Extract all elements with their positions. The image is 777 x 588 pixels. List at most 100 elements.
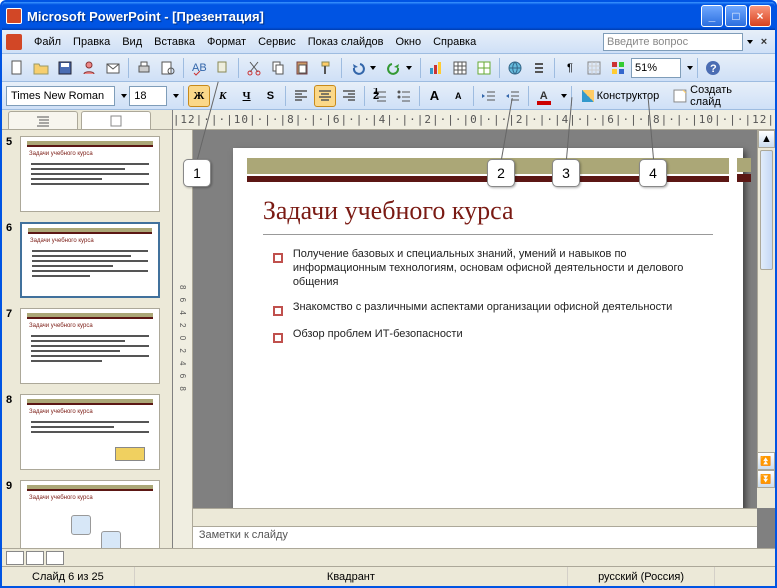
preview-button[interactable] <box>157 57 179 79</box>
cut-button[interactable] <box>243 57 265 79</box>
new-slide-button[interactable]: Создать слайд <box>667 85 771 107</box>
normal-view-button[interactable] <box>6 551 24 565</box>
font-color-dropdown-icon[interactable] <box>561 94 567 98</box>
formatting-toolbar: Times New Roman 18 Ж К Ч S 12 A A A Конс… <box>2 82 775 110</box>
undo-button[interactable] <box>346 57 380 79</box>
status-slide-number: Слайд 6 из 25 <box>2 567 135 586</box>
insert-chart-button[interactable] <box>425 57 447 79</box>
size-dropdown-icon[interactable] <box>173 94 179 98</box>
align-right-button[interactable] <box>338 85 360 107</box>
font-color-swatch <box>537 101 551 105</box>
color-button[interactable] <box>607 57 629 79</box>
thumbnail-8[interactable]: 8 Задачи учебного курса <box>6 394 168 470</box>
app-window: Microsoft PowerPoint - [Презентация] _ □… <box>0 0 777 588</box>
redo-button[interactable] <box>382 57 416 79</box>
align-left-button[interactable] <box>290 85 312 107</box>
tables-borders-button[interactable] <box>473 57 495 79</box>
format-painter-button[interactable] <box>315 57 337 79</box>
window-title: Microsoft PowerPoint - [Презентация] <box>27 9 701 24</box>
research-button[interactable] <box>212 57 234 79</box>
bold-button[interactable]: Ж <box>188 85 210 107</box>
menu-slideshow[interactable]: Показ слайдов <box>302 34 390 50</box>
menubar: Файл Правка Вид Вставка Формат Сервис По… <box>2 30 775 54</box>
statusbar: Слайд 6 из 25 Квадрант русский (Россия) <box>2 566 775 586</box>
save-button[interactable] <box>54 57 76 79</box>
print-button[interactable] <box>133 57 155 79</box>
slide-title[interactable]: Задачи учебного курса <box>263 196 514 226</box>
status-layout: Квадрант <box>135 567 568 586</box>
increase-font-button[interactable]: A <box>424 85 446 107</box>
standard-toolbar: ABC ¶ 51% ? <box>2 54 775 82</box>
menu-file[interactable]: Файл <box>28 34 67 50</box>
doc-icon <box>6 34 22 50</box>
new-button[interactable] <box>6 57 28 79</box>
show-formatting-button[interactable]: ¶ <box>559 57 581 79</box>
font-name-input[interactable]: Times New Roman <box>6 86 115 106</box>
design-button[interactable]: Конструктор <box>576 85 666 107</box>
help-dropdown-icon[interactable] <box>747 40 753 44</box>
zoom-dropdown-icon[interactable] <box>687 66 693 70</box>
menu-help[interactable]: Справка <box>427 34 482 50</box>
permission-button[interactable] <box>78 57 100 79</box>
underline-button[interactable]: Ч <box>236 85 258 107</box>
open-button[interactable] <box>30 57 52 79</box>
menu-window[interactable]: Окно <box>390 34 428 50</box>
close-button[interactable]: × <box>749 5 771 27</box>
prev-slide-button[interactable]: ⏫ <box>757 452 775 470</box>
maximize-button[interactable]: □ <box>725 5 747 27</box>
slide-canvas[interactable]: Задачи учебного курса Получение базовых … <box>193 130 775 548</box>
numbering-button[interactable]: 12 <box>369 85 391 107</box>
view-buttons-bar <box>2 548 775 566</box>
minimize-button[interactable]: _ <box>701 5 723 27</box>
callout-1: 1 <box>183 159 211 187</box>
decrease-font-button[interactable]: A <box>447 85 469 107</box>
zoom-input[interactable]: 51% <box>631 58 681 78</box>
menu-view[interactable]: Вид <box>116 34 148 50</box>
svg-text:?: ? <box>710 63 717 75</box>
menu-insert[interactable]: Вставка <box>148 34 201 50</box>
help-button[interactable]: ? <box>702 57 724 79</box>
insert-hyperlink-button[interactable] <box>504 57 526 79</box>
decrease-indent-button[interactable] <box>478 85 500 107</box>
horizontal-scrollbar[interactable] <box>193 508 757 526</box>
callout-2: 2 <box>487 159 515 187</box>
thumbnails-list[interactable]: 5 Задачи учебного курса 6 Задачи учебног… <box>2 130 172 548</box>
spelling-button[interactable]: ABC <box>188 57 210 79</box>
notes-pane[interactable]: Заметки к слайду <box>193 526 757 548</box>
ruler-horizontal: |12|·|·|10|·|·|8|·|·|6|·|·|4|·|·|2|·|·|0… <box>173 110 775 130</box>
ruler-vertical: 8 6 4 2 0 2 4 6 8 <box>173 130 193 548</box>
callout-3: 3 <box>552 159 580 187</box>
copy-button[interactable] <box>267 57 289 79</box>
font-dropdown-icon[interactable] <box>121 94 127 98</box>
thumbnail-9[interactable]: 9 Задачи учебного курса <box>6 480 168 548</box>
slide[interactable]: Задачи учебного курса Получение базовых … <box>233 148 743 518</box>
help-search-input[interactable]: Введите вопрос <box>603 33 743 51</box>
insert-table-button[interactable] <box>449 57 471 79</box>
shadow-button[interactable]: S <box>260 85 282 107</box>
menu-tools[interactable]: Сервис <box>252 34 302 50</box>
thumbnail-7[interactable]: 7 Задачи учебного курса <box>6 308 168 384</box>
powerpoint-icon <box>6 8 22 24</box>
slides-tab[interactable] <box>81 111 151 129</box>
doc-close-button[interactable]: × <box>757 35 771 49</box>
slides-panel: 5 Задачи учебного курса 6 Задачи учебног… <box>2 110 173 548</box>
paste-button[interactable] <box>291 57 313 79</box>
font-size-input[interactable]: 18 <box>129 86 167 106</box>
thumbnail-5[interactable]: 5 Задачи учебного курса <box>6 136 168 212</box>
email-button[interactable] <box>102 57 124 79</box>
slide-body[interactable]: Получение базовых и специальных знаний, … <box>273 248 718 355</box>
bullets-button[interactable] <box>393 85 415 107</box>
show-grid-button[interactable] <box>583 57 605 79</box>
editor-area: |12|·|·|10|·|·|8|·|·|6|·|·|4|·|·|2|·|·|0… <box>173 110 775 548</box>
menu-edit[interactable]: Правка <box>67 34 116 50</box>
outline-tab[interactable] <box>8 111 78 129</box>
next-slide-button[interactable]: ⏬ <box>757 470 775 488</box>
slideshow-view-button[interactable] <box>46 551 64 565</box>
thumbnail-6[interactable]: 6 Задачи учебного курса <box>6 222 168 298</box>
increase-indent-button[interactable] <box>502 85 524 107</box>
titlebar: Microsoft PowerPoint - [Презентация] _ □… <box>2 2 775 30</box>
sorter-view-button[interactable] <box>26 551 44 565</box>
expand-all-button[interactable] <box>528 57 550 79</box>
align-center-button[interactable] <box>314 85 336 107</box>
menu-format[interactable]: Формат <box>201 34 252 50</box>
